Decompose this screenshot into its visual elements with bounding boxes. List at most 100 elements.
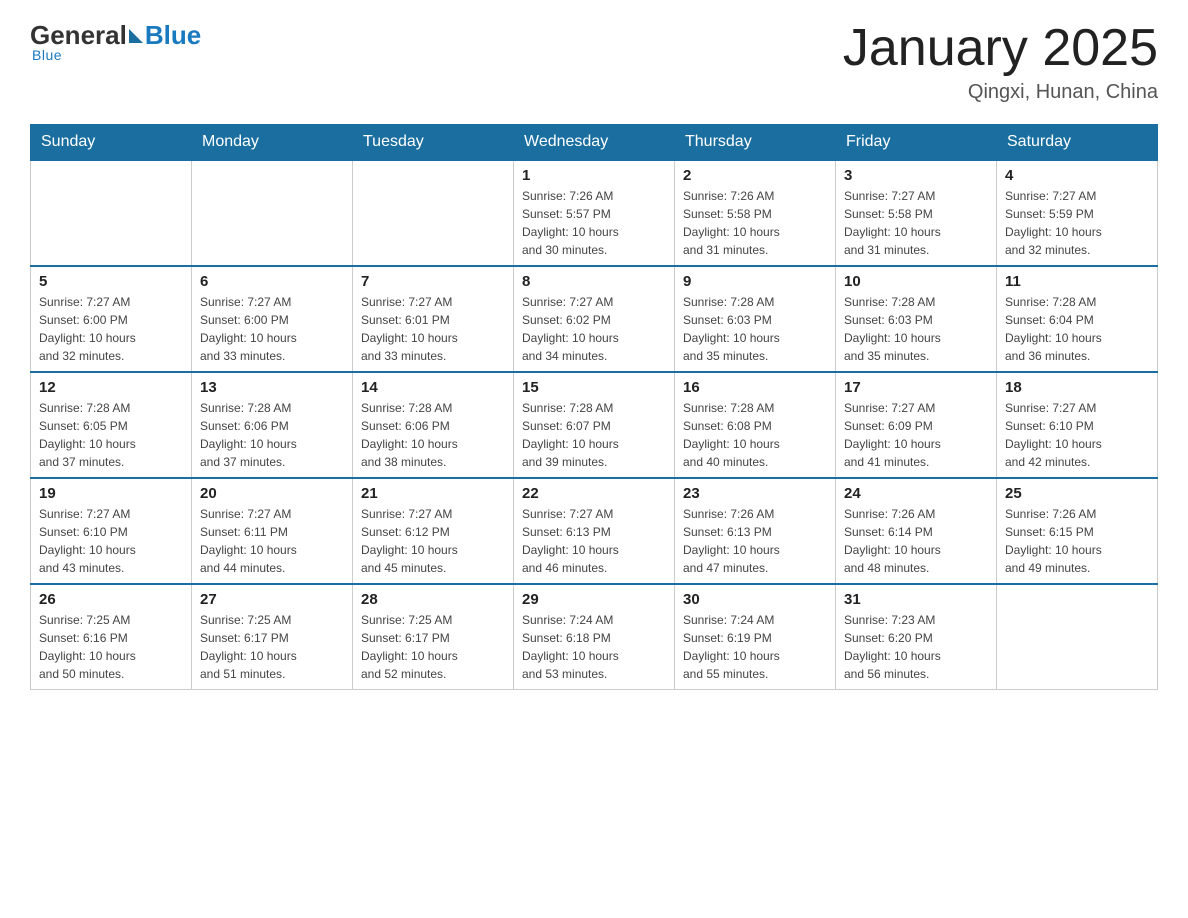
calendar-cell: 6 Sunrise: 7:27 AMSunset: 6:00 PMDaylight…	[192, 266, 353, 372]
calendar-cell: 29 Sunrise: 7:24 AMSunset: 6:18 PMDayligh…	[514, 584, 675, 690]
page-header: General Blue Blue January 2025 Qingxi, H…	[30, 20, 1158, 104]
calendar-week-row: 26 Sunrise: 7:25 AMSunset: 6:16 PMDayligh…	[31, 584, 1158, 690]
day-info: Sunrise: 7:26 AMSunset: 5:57 PMDaylight:…	[522, 187, 666, 259]
day-info: Sunrise: 7:25 AMSunset: 6:17 PMDaylight:…	[361, 611, 505, 683]
day-info: Sunrise: 7:28 AMSunset: 6:06 PMDaylight:…	[361, 399, 505, 471]
day-number: 29	[522, 591, 666, 608]
day-info: Sunrise: 7:27 AMSunset: 6:10 PMDaylight:…	[39, 505, 183, 577]
calendar-cell: 15 Sunrise: 7:28 AMSunset: 6:07 PMDayligh…	[514, 372, 675, 478]
day-info: Sunrise: 7:27 AMSunset: 6:09 PMDaylight:…	[844, 399, 988, 471]
day-number: 19	[39, 485, 183, 502]
calendar-cell	[353, 160, 514, 266]
calendar-cell: 19 Sunrise: 7:27 AMSunset: 6:10 PMDayligh…	[31, 478, 192, 584]
day-number: 5	[39, 273, 183, 290]
calendar-cell: 5Sunrise: 7:27 AMSunset: 6:00 PMDaylight…	[31, 266, 192, 372]
day-info: Sunrise: 7:24 AMSunset: 6:18 PMDaylight:…	[522, 611, 666, 683]
calendar-cell: 10 Sunrise: 7:28 AMSunset: 6:03 PMDayligh…	[836, 266, 997, 372]
logo-blue-text: Blue	[145, 20, 201, 51]
day-info: Sunrise: 7:27 AMSunset: 6:11 PMDaylight:…	[200, 505, 344, 577]
day-number: 18	[1005, 379, 1149, 396]
day-info: Sunrise: 7:24 AMSunset: 6:19 PMDaylight:…	[683, 611, 827, 683]
calendar-cell: 28 Sunrise: 7:25 AMSunset: 6:17 PMDayligh…	[353, 584, 514, 690]
day-number: 11	[1005, 273, 1149, 290]
day-info: Sunrise: 7:27 AMSunset: 6:10 PMDaylight:…	[1005, 399, 1149, 471]
calendar-cell: 30 Sunrise: 7:24 AMSunset: 6:19 PMDayligh…	[675, 584, 836, 690]
calendar-cell: 18 Sunrise: 7:27 AMSunset: 6:10 PMDayligh…	[997, 372, 1158, 478]
day-info: Sunrise: 7:28 AMSunset: 6:05 PMDaylight:…	[39, 399, 183, 471]
calendar-cell: 8 Sunrise: 7:27 AMSunset: 6:02 PMDaylight…	[514, 266, 675, 372]
day-info: Sunrise: 7:27 AMSunset: 5:59 PMDaylight:…	[1005, 187, 1149, 259]
day-info: Sunrise: 7:28 AMSunset: 6:03 PMDaylight:…	[844, 293, 988, 365]
calendar-cell: 11 Sunrise: 7:28 AMSunset: 6:04 PMDayligh…	[997, 266, 1158, 372]
day-number: 20	[200, 485, 344, 502]
calendar-header-friday: Friday	[836, 125, 997, 161]
day-info: Sunrise: 7:28 AMSunset: 6:03 PMDaylight:…	[683, 293, 827, 365]
day-number: 17	[844, 379, 988, 396]
day-info: Sunrise: 7:27 AMSunset: 6:01 PMDaylight:…	[361, 293, 505, 365]
day-number: 3	[844, 167, 988, 184]
calendar-cell	[31, 160, 192, 266]
day-info: Sunrise: 7:27 AMSunset: 6:02 PMDaylight:…	[522, 293, 666, 365]
location-text: Qingxi, Hunan, China	[843, 81, 1158, 104]
calendar-cell: 22 Sunrise: 7:27 AMSunset: 6:13 PMDayligh…	[514, 478, 675, 584]
calendar-table: SundayMondayTuesdayWednesdayThursdayFrid…	[30, 124, 1158, 690]
calendar-week-row: 12 Sunrise: 7:28 AMSunset: 6:05 PMDayligh…	[31, 372, 1158, 478]
day-number: 24	[844, 485, 988, 502]
day-number: 7	[361, 273, 505, 290]
day-number: 13	[200, 379, 344, 396]
calendar-cell: 24 Sunrise: 7:26 AMSunset: 6:14 PMDayligh…	[836, 478, 997, 584]
calendar-cell: 14 Sunrise: 7:28 AMSunset: 6:06 PMDayligh…	[353, 372, 514, 478]
calendar-cell: 25Sunrise: 7:26 AMSunset: 6:15 PMDayligh…	[997, 478, 1158, 584]
calendar-cell: 7 Sunrise: 7:27 AMSunset: 6:01 PMDaylight…	[353, 266, 514, 372]
calendar-cell: 2Sunrise: 7:26 AMSunset: 5:58 PMDaylight…	[675, 160, 836, 266]
calendar-cell: 17 Sunrise: 7:27 AMSunset: 6:09 PMDayligh…	[836, 372, 997, 478]
day-info: Sunrise: 7:26 AMSunset: 6:15 PMDaylight:…	[1005, 505, 1149, 577]
logo-underline: Blue	[32, 47, 62, 63]
calendar-header-monday: Monday	[192, 125, 353, 161]
calendar-cell: 13Sunrise: 7:28 AMSunset: 6:06 PMDayligh…	[192, 372, 353, 478]
day-number: 8	[522, 273, 666, 290]
calendar-cell: 27Sunrise: 7:25 AMSunset: 6:17 PMDayligh…	[192, 584, 353, 690]
logo-arrow-icon	[129, 29, 143, 43]
day-number: 30	[683, 591, 827, 608]
day-info: Sunrise: 7:27 AMSunset: 6:12 PMDaylight:…	[361, 505, 505, 577]
calendar-cell: 1 Sunrise: 7:26 AMSunset: 5:57 PMDaylight…	[514, 160, 675, 266]
day-info: Sunrise: 7:27 AMSunset: 6:00 PMDaylight:…	[200, 293, 344, 365]
calendar-header-thursday: Thursday	[675, 125, 836, 161]
day-info: Sunrise: 7:28 AMSunset: 6:04 PMDaylight:…	[1005, 293, 1149, 365]
day-info: Sunrise: 7:27 AMSunset: 6:13 PMDaylight:…	[522, 505, 666, 577]
day-number: 14	[361, 379, 505, 396]
day-info: Sunrise: 7:26 AMSunset: 5:58 PMDaylight:…	[683, 187, 827, 259]
calendar-cell	[192, 160, 353, 266]
calendar-cell: 9 Sunrise: 7:28 AMSunset: 6:03 PMDaylight…	[675, 266, 836, 372]
day-number: 26	[39, 591, 183, 608]
day-number: 28	[361, 591, 505, 608]
day-info: Sunrise: 7:25 AMSunset: 6:16 PMDaylight:…	[39, 611, 183, 683]
calendar-cell: 3 Sunrise: 7:27 AMSunset: 5:58 PMDaylight…	[836, 160, 997, 266]
calendar-week-row: 19 Sunrise: 7:27 AMSunset: 6:10 PMDayligh…	[31, 478, 1158, 584]
day-number: 12	[39, 379, 183, 396]
month-title: January 2025	[843, 20, 1158, 77]
day-number: 31	[844, 591, 988, 608]
calendar-week-row: 5 Sunrise: 7:27 AMSunset: 6:00 PMDaylight…	[31, 266, 1158, 372]
day-number: 22	[522, 485, 666, 502]
day-number: 10	[844, 273, 988, 290]
calendar-header-saturday: Saturday	[997, 125, 1158, 161]
day-number: 23	[683, 485, 827, 502]
calendar-cell: 21Sunrise: 7:27 AMSunset: 6:12 PMDayligh…	[353, 478, 514, 584]
calendar-cell: 23Sunrise: 7:26 AMSunset: 6:13 PMDayligh…	[675, 478, 836, 584]
day-number: 16	[683, 379, 827, 396]
calendar-cell: 4Sunrise: 7:27 AMSunset: 5:59 PMDaylight…	[997, 160, 1158, 266]
day-number: 1	[522, 167, 666, 184]
calendar-cell	[997, 584, 1158, 690]
calendar-cell: 31Sunrise: 7:23 AMSunset: 6:20 PMDayligh…	[836, 584, 997, 690]
day-info: Sunrise: 7:26 AMSunset: 6:14 PMDaylight:…	[844, 505, 988, 577]
calendar-header-row: SundayMondayTuesdayWednesdayThursdayFrid…	[31, 125, 1158, 161]
day-info: Sunrise: 7:28 AMSunset: 6:07 PMDaylight:…	[522, 399, 666, 471]
day-info: Sunrise: 7:27 AMSunset: 5:58 PMDaylight:…	[844, 187, 988, 259]
day-number: 27	[200, 591, 344, 608]
day-number: 15	[522, 379, 666, 396]
calendar-cell: 26 Sunrise: 7:25 AMSunset: 6:16 PMDayligh…	[31, 584, 192, 690]
day-number: 6	[200, 273, 344, 290]
day-number: 9	[683, 273, 827, 290]
